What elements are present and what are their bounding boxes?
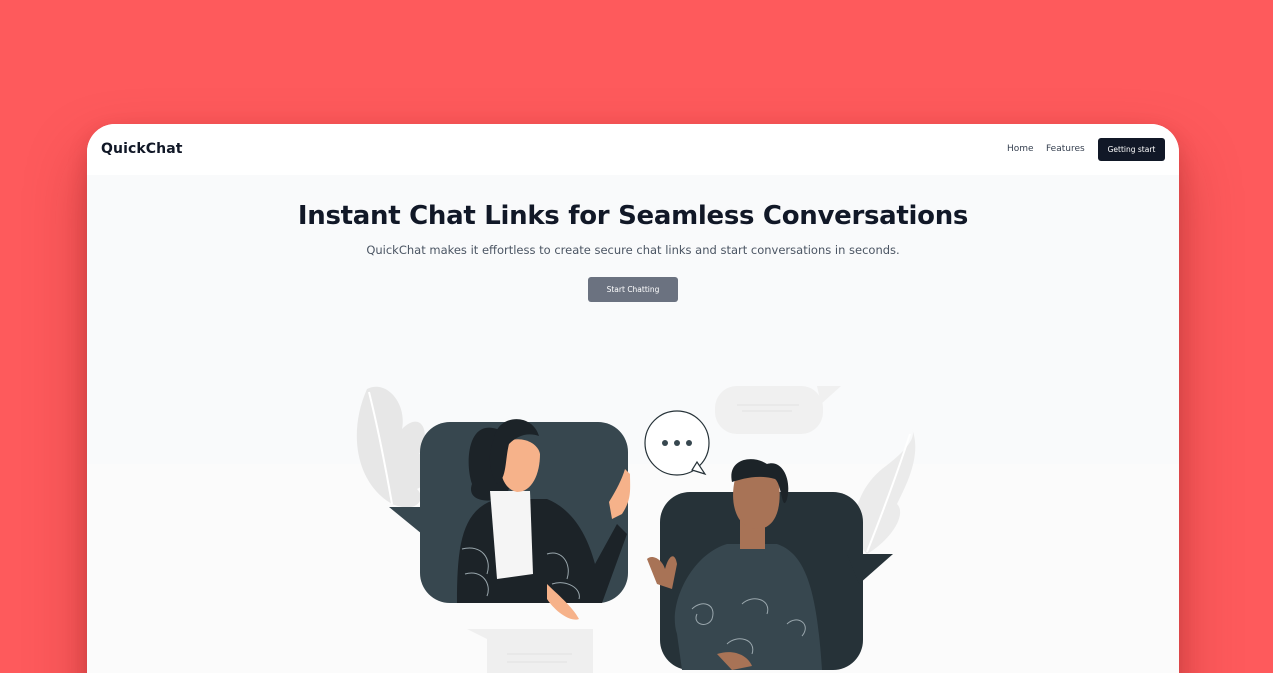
nav-link-home[interactable]: Home	[1007, 144, 1034, 154]
leaf-icon-right	[855, 429, 916, 554]
speech-bubble-icon-light	[715, 386, 841, 434]
chat-illustration	[356, 386, 916, 673]
hero-title: Instant Chat Links for Seamless Conversa…	[297, 201, 969, 231]
logo[interactable]: QuickChat	[101, 141, 183, 157]
typing-dots-icon[interactable]	[644, 410, 710, 476]
getting-start-button[interactable]: Getting start	[1098, 138, 1165, 161]
woman-avatar	[389, 419, 631, 620]
man-avatar	[647, 459, 893, 670]
hero-subtitle: QuickChat makes it effortless to create …	[366, 243, 900, 257]
navbar: QuickChat Home Features Getting start	[87, 124, 1179, 175]
speech-bubble-icon-bottom	[467, 629, 593, 673]
nav-link-features[interactable]: Features	[1046, 144, 1085, 154]
browser-window: QuickChat Home Features Getting start In…	[87, 124, 1179, 673]
start-chatting-button[interactable]: Start Chatting	[588, 277, 678, 302]
